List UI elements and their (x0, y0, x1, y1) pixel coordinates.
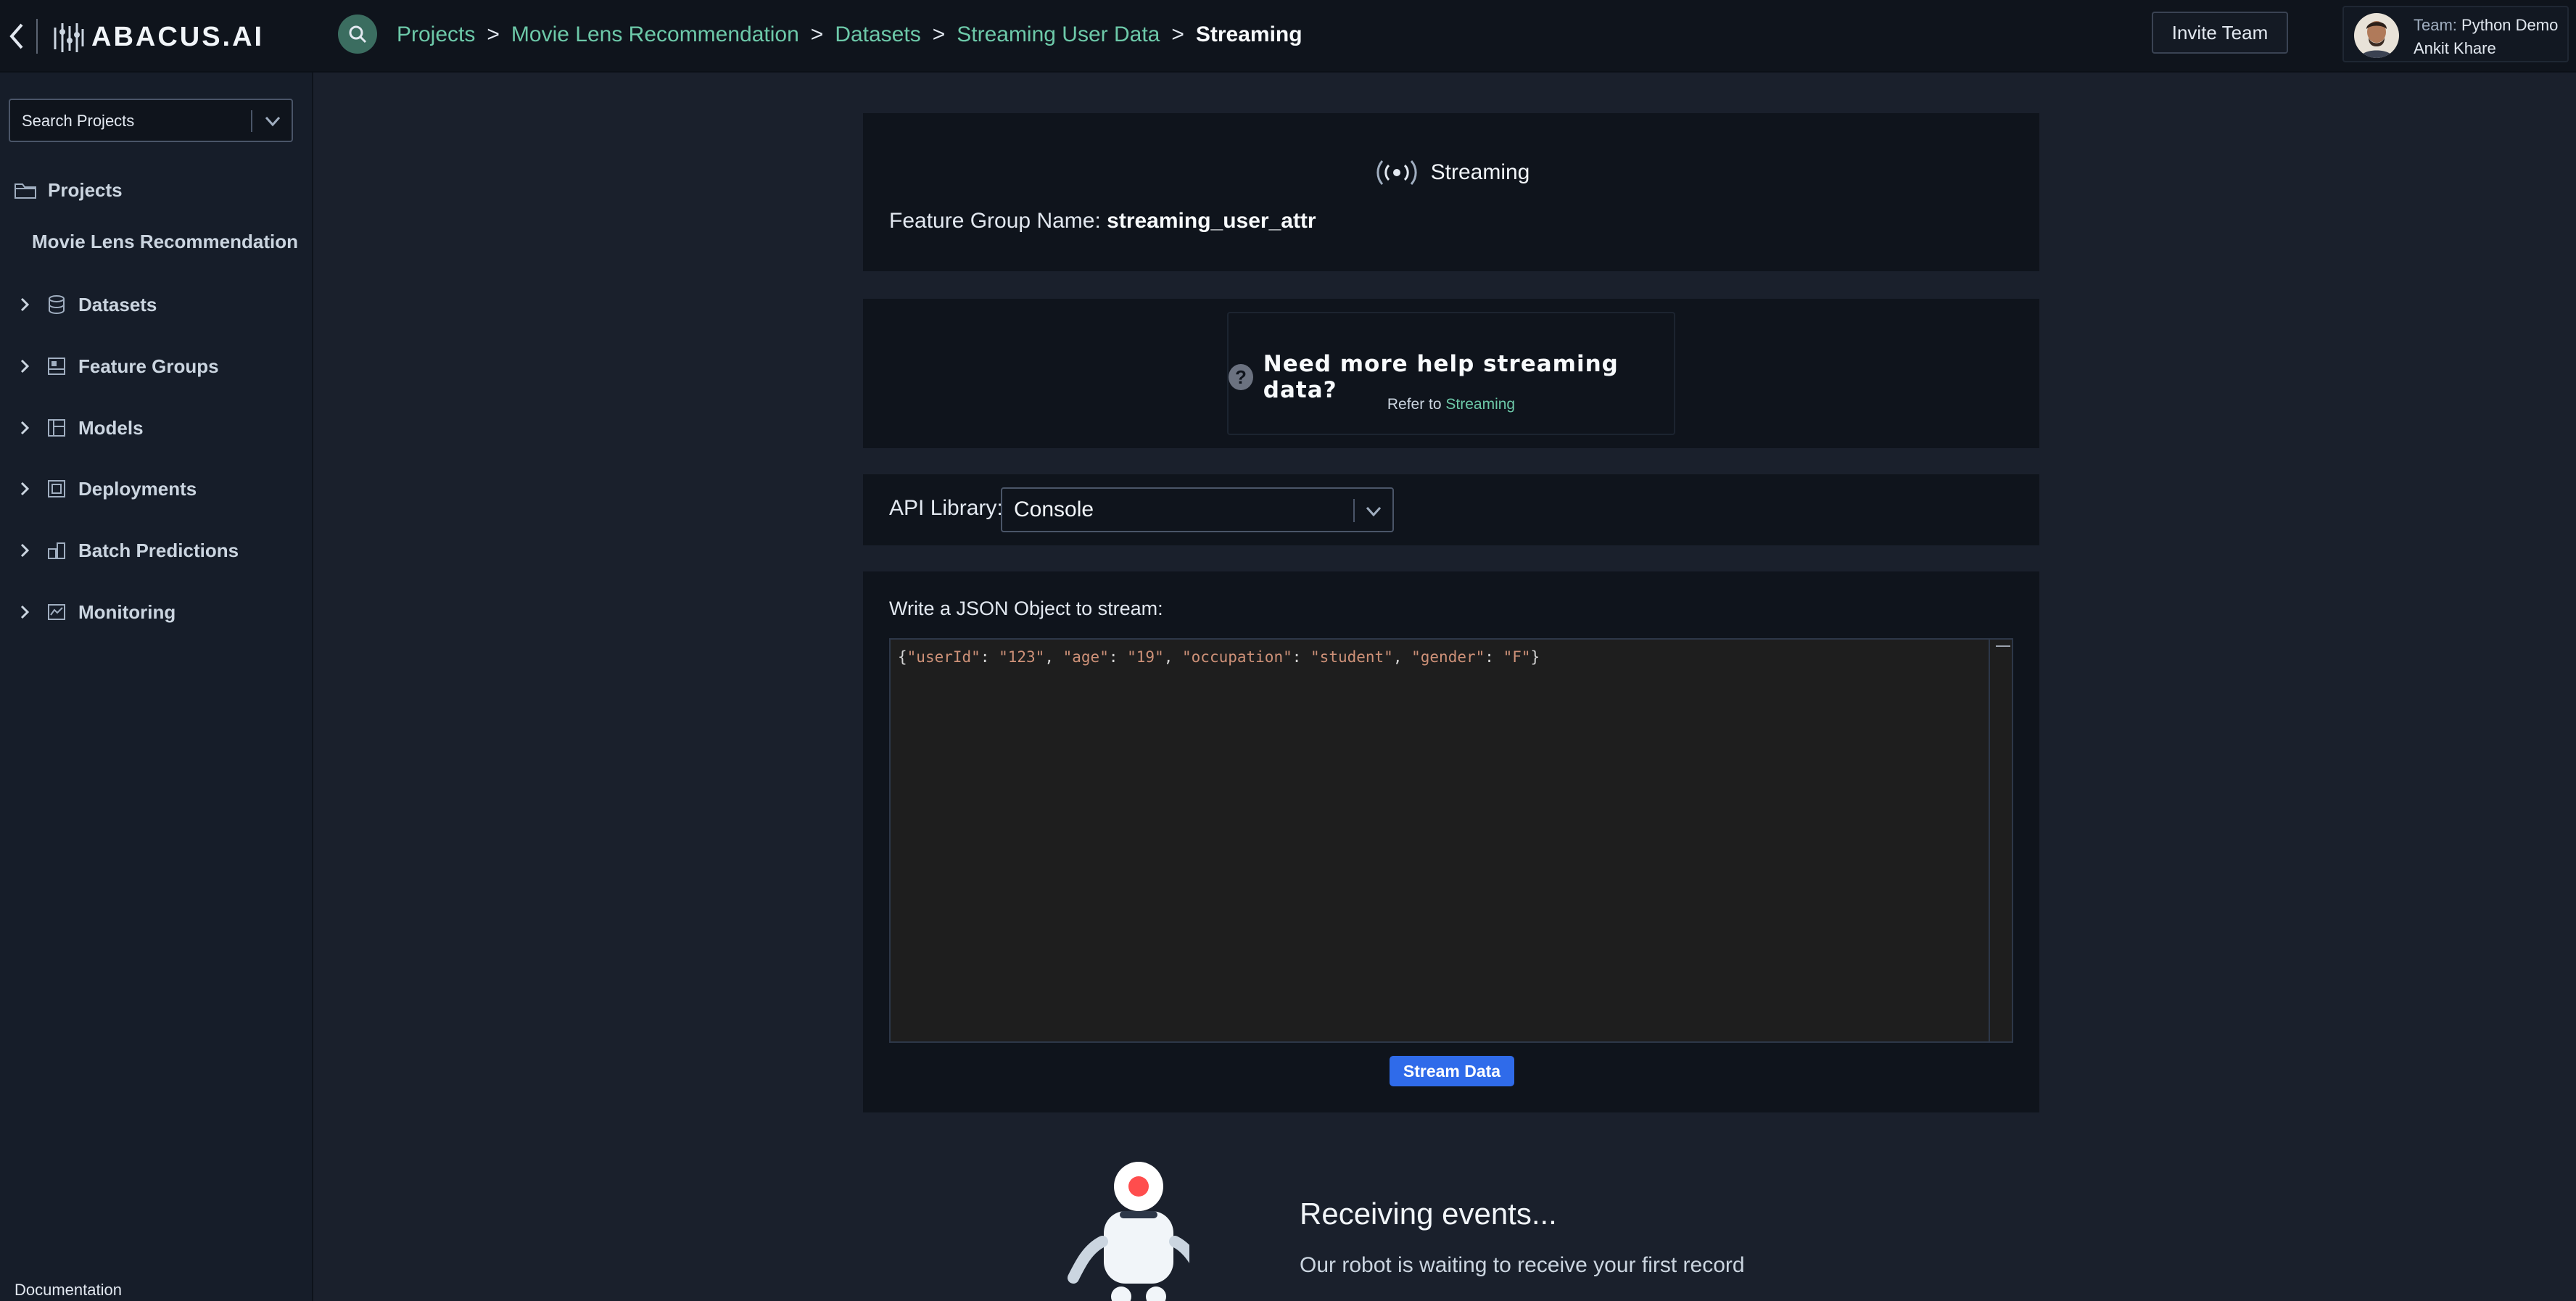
robot-illustration (1068, 1162, 1189, 1301)
streaming-docs-link[interactable]: Streaming (1445, 396, 1515, 413)
batch-predictions-icon (48, 542, 65, 559)
breadcrumb-separator: > (487, 22, 500, 46)
chevron-right-icon[interactable] (16, 296, 33, 313)
breadcrumb-datasets[interactable]: Datasets (835, 22, 920, 47)
avatar (2354, 13, 2399, 58)
chevron-down-icon[interactable] (263, 112, 283, 131)
json-editor-content[interactable]: {"userId": "123", "age": "19", "occupati… (898, 648, 1540, 666)
user-name: Ankit Khare (2414, 39, 2496, 57)
chevron-right-icon[interactable] (16, 419, 33, 437)
team-prefix: Team: (2414, 16, 2457, 34)
breadcrumb-separator: > (810, 22, 824, 46)
projects-link[interactable]: Projects (13, 177, 123, 203)
team-user-menu[interactable]: Team: Python Demo Ankit Khare (2342, 6, 2569, 62)
select-divider (251, 110, 252, 132)
feature-group-line: Feature Group Name: streaming_user_attr (889, 209, 1316, 234)
streaming-title: Streaming (1430, 160, 1530, 184)
broadcast-icon (1376, 160, 1417, 185)
sidebar: ABACUS.AI Projects Movie Lens Recommenda… (0, 0, 313, 1301)
sidebar-item-label: Feature Groups (78, 355, 219, 377)
help-subtitle: Refer to Streaming (1229, 396, 1674, 413)
sidebar-item-label: Models (78, 416, 144, 439)
folder-icon (15, 183, 36, 199)
sidebar-item-models[interactable]: Models (16, 413, 144, 442)
chevron-right-icon[interactable] (16, 603, 33, 621)
json-editor-label: Write a JSON Object to stream: (889, 598, 1163, 619)
streaming-header: Streaming (863, 158, 2039, 187)
top-bar: Projects > Movie Lens Recommendation > D… (313, 0, 2576, 73)
help-panel: ? Need more help streaming data? Refer t… (863, 299, 2039, 448)
breadcrumb-dataset[interactable]: Streaming User Data (957, 22, 1160, 47)
chevron-down-icon[interactable] (1363, 502, 1384, 521)
json-stream-panel: Write a JSON Object to stream: {"userId"… (863, 571, 2039, 1112)
breadcrumb: Projects > Movie Lens Recommendation > D… (397, 19, 1303, 51)
receiving-title: Receiving events... (1300, 1197, 1557, 1231)
help-card: ? Need more help streaming data? Refer t… (1227, 312, 1675, 435)
sidebar-item-label: Batch Predictions (78, 539, 239, 561)
breadcrumb-separator: > (1171, 22, 1184, 46)
invite-team-button[interactable]: Invite Team (2152, 12, 2288, 54)
sidebar-item-label: Deployments (78, 477, 197, 500)
chevron-right-icon[interactable] (16, 480, 33, 497)
select-divider (1353, 499, 1355, 522)
team-label: Team: Python Demo (2414, 16, 2558, 35)
logo-divider (36, 19, 38, 54)
feature-group-name: streaming_user_attr (1107, 209, 1316, 233)
sidebar-item-label: Datasets (78, 293, 157, 315)
api-library-panel: API Library: Console (863, 474, 2039, 545)
receiving-subtitle: Our robot is waiting to receive your fir… (1300, 1253, 1745, 1277)
sidebar-item-label: Monitoring (78, 600, 176, 623)
feature-group-label: Feature Group Name: (889, 209, 1101, 233)
projects-label: Projects (48, 178, 123, 201)
search-projects-input[interactable] (20, 100, 255, 142)
search-icon (349, 25, 367, 44)
json-editor[interactable]: {"userId": "123", "age": "19", "occupati… (889, 638, 2013, 1043)
refer-prefix: Refer to (1387, 396, 1442, 413)
chevron-right-icon[interactable] (16, 542, 33, 559)
api-library-label: API Library: (889, 496, 1003, 520)
deployments-icon (48, 480, 65, 497)
breadcrumb-current: Streaming (1195, 22, 1303, 46)
search-button[interactable] (338, 15, 377, 54)
back-chevron-icon[interactable] (6, 20, 28, 52)
sidebar-item-monitoring[interactable]: Monitoring (16, 598, 176, 627)
api-library-select[interactable]: Console (1001, 487, 1394, 532)
stream-data-button[interactable]: Stream Data (1390, 1056, 1514, 1086)
abacus-logo-icon (54, 23, 84, 52)
monitoring-icon (48, 604, 65, 620)
editor-scrollbar[interactable] (1989, 640, 2012, 1041)
search-projects-select[interactable] (9, 99, 293, 142)
sidebar-item-deployments[interactable]: Deployments (16, 474, 197, 503)
sidebar-item-datasets[interactable]: Datasets (16, 290, 157, 319)
database-icon (49, 295, 65, 315)
api-library-value: Console (1014, 497, 1094, 521)
feature-groups-icon (48, 358, 65, 375)
team-name: Python Demo (2461, 16, 2559, 34)
sidebar-item-feature-groups[interactable]: Feature Groups (16, 352, 219, 381)
breadcrumb-project[interactable]: Movie Lens Recommendation (511, 22, 799, 47)
streaming-info-panel: Streaming Feature Group Name: streaming_… (863, 113, 2039, 271)
documentation-link[interactable]: Documentation (15, 1281, 122, 1300)
breadcrumb-separator: > (932, 22, 946, 46)
breadcrumb-projects[interactable]: Projects (397, 22, 475, 47)
sidebar-item-batch-predictions[interactable]: Batch Predictions (16, 536, 239, 565)
current-project-name[interactable]: Movie Lens Recommendation (32, 231, 298, 253)
scrollbar-thumb[interactable] (1996, 645, 2010, 647)
chevron-right-icon[interactable] (16, 358, 33, 375)
logo-bar: ABACUS.AI (0, 0, 313, 73)
logo-text: ABACUS.AI (91, 22, 265, 52)
question-icon: ? (1229, 364, 1253, 390)
models-icon (48, 419, 65, 437)
